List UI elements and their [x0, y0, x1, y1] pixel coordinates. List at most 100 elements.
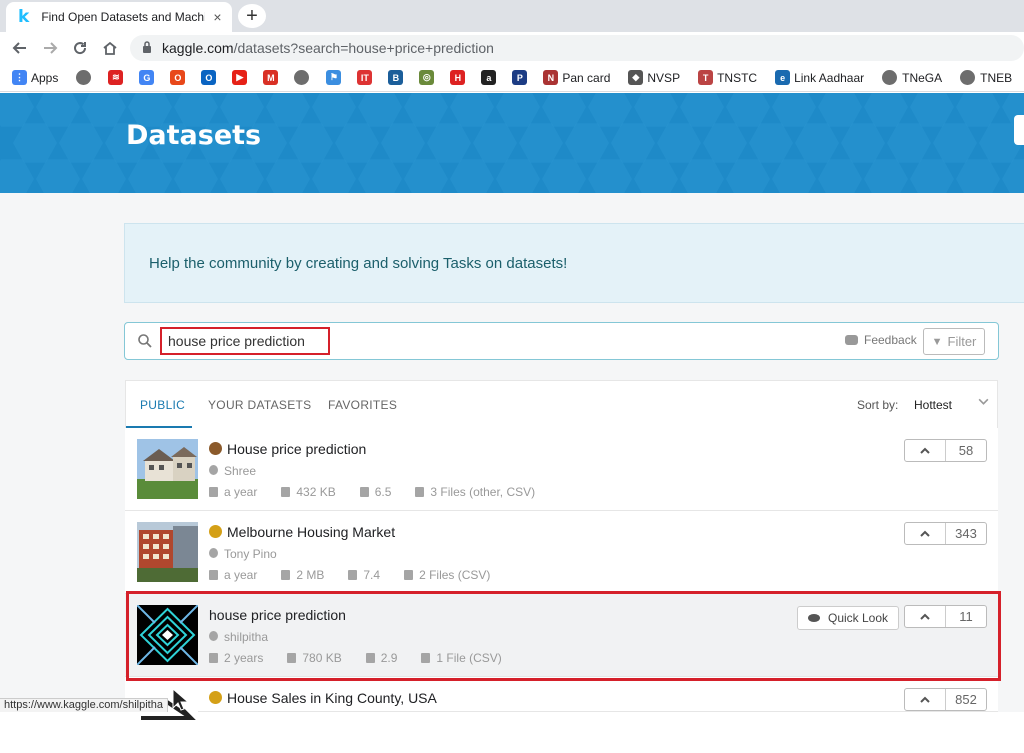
dataset-row[interactable]: Melbourne Housing Market Tony Pino a year 2… [125, 511, 998, 594]
bookmark-item[interactable]: e Link Aadhaar [775, 70, 870, 85]
bookmark-item[interactable]: N Pan card [543, 70, 616, 85]
bookmark-item[interactable]: ▶ [232, 70, 251, 85]
dataset-owner[interactable]: Shree [209, 464, 256, 478]
hex-pattern [795, 123, 839, 163]
url-host: kaggle.com [162, 40, 234, 56]
hex-pattern [611, 123, 655, 163]
bookmark-label: Apps [31, 70, 59, 85]
upvote-chevron-icon[interactable] [905, 440, 946, 461]
vote-count: 852 [955, 692, 977, 707]
dataset-row[interactable]: House price prediction Shree a year 432 KB 6… [125, 428, 998, 511]
nvsp-icon: ◆ [628, 70, 644, 85]
header-button-edge[interactable] [1014, 115, 1024, 145]
tab-your-datasets[interactable]: YOUR DATASETS [208, 398, 311, 412]
upvote-chevron-icon[interactable] [905, 523, 946, 544]
bookmark-item[interactable]: ⋮ Apps [12, 70, 64, 85]
translate-icon: G [139, 70, 155, 85]
bookmark-item[interactable]: T TNSTC [698, 70, 763, 85]
dataset-meta: a year 2 MB 7.4 2 Files (CSV) [209, 568, 514, 582]
hdfc-icon: H [450, 70, 466, 85]
size-value: 2 MB [296, 568, 325, 582]
bookmark-item[interactable]: TNEB [960, 70, 1018, 85]
address-bar[interactable]: kaggle.com/datasets?search=house+price+p… [130, 35, 1024, 61]
dataset-title-link[interactable]: Melbourne Housing Market [209, 524, 395, 540]
bookmark-item[interactable]: G [139, 70, 158, 85]
forward-icon[interactable] [40, 38, 60, 58]
dataset-search-bar: house price prediction Feedback ▼ Filter [124, 322, 999, 360]
bookmark-item[interactable] [76, 70, 96, 85]
hex-pattern [565, 123, 609, 163]
browser-tab[interactable]: k Find Open Datasets and Machine Learnin… [6, 2, 232, 32]
sort-select[interactable]: Hottest [914, 398, 952, 412]
bookmark-item[interactable]: TNeGA [882, 70, 948, 85]
bookmark-item[interactable]: O [170, 70, 189, 85]
reload-icon[interactable] [70, 38, 90, 58]
kaggle-favicon-icon: k [18, 7, 30, 27]
calendar-icon [209, 487, 218, 497]
feedback-label: Feedback [864, 333, 917, 347]
bookmarks-bar: ⋮ Apps ≋ G O O ▶ M ⚑ IT B ◎ Ha P N Pan card ◆ NVSP T TNSTC e… [0, 64, 1024, 92]
filter-icon: ▼ [931, 335, 943, 348]
tab-public[interactable]: PUBLIC [140, 398, 185, 412]
bookmark-item[interactable]: H [450, 70, 469, 85]
usability-value: 6.5 [374, 485, 392, 499]
globe-icon [882, 70, 898, 85]
youtube-icon: ▶ [232, 70, 248, 85]
back-icon[interactable] [10, 38, 30, 58]
bookmark-item[interactable]: ◎ [419, 70, 438, 85]
search-icon [138, 334, 152, 348]
bookmark-item[interactable]: O [201, 70, 220, 85]
dataset-title: House Sales in King County, USA [227, 690, 437, 706]
files-value: 2 Files (CSV) [419, 568, 491, 582]
dataset-title: House price prediction [227, 441, 367, 457]
bookmark-item[interactable]: P [512, 70, 531, 85]
dataset-title-link[interactable]: House Sales in King County, USA [209, 690, 437, 706]
bookmark-label: TNEB [980, 70, 1013, 85]
dataset-row[interactable]: House Sales in King County, USA 852 [125, 677, 998, 748]
feedback-link[interactable]: Feedback [845, 333, 917, 347]
bookmark-item[interactable]: IT [357, 70, 376, 85]
tab-title: Find Open Datasets and Machine Learning … [41, 10, 205, 24]
medal-icon [209, 442, 222, 455]
new-tab-button[interactable]: + [238, 4, 266, 28]
bookmark-item[interactable] [294, 70, 314, 85]
tab-close-icon[interactable]: × [213, 9, 221, 25]
user-icon [209, 465, 218, 475]
hex-pattern [473, 123, 517, 163]
hex-pattern [703, 123, 747, 163]
bookmark-item[interactable]: M [263, 70, 282, 85]
hex-pattern [59, 123, 103, 163]
owner-name: Tony Pino [224, 547, 277, 561]
status-bar-url: https://www.kaggle.com/shilpitha [0, 698, 168, 712]
chevron-down-icon[interactable] [977, 395, 990, 411]
dataset-tabs: PUBLIC YOUR DATASETS FAVORITES Sort by: … [126, 381, 997, 429]
dataset-title-link[interactable]: House price prediction [209, 441, 366, 457]
bookmark-item[interactable]: B [388, 70, 407, 85]
bookmark-label: Link Aadhaar [794, 70, 865, 85]
hex-pattern [841, 123, 885, 163]
bookmark-item[interactable]: a [481, 70, 500, 85]
user-icon [209, 548, 218, 558]
hex-pattern [519, 123, 563, 163]
outlook-icon: O [201, 70, 217, 85]
filter-button[interactable]: ▼ Filter [923, 328, 985, 355]
medal-icon [209, 525, 222, 538]
dataset-meta: a year 432 KB 6.5 3 Files (other, CSV) [209, 485, 559, 499]
bookmark-item[interactable]: ◆ NVSP [628, 70, 686, 85]
upvote-control[interactable]: 343 [904, 522, 987, 545]
hex-pattern [749, 123, 793, 163]
search-input[interactable]: house price prediction [160, 327, 330, 355]
bookmark-item[interactable]: ⚑ [326, 70, 345, 85]
page-title: Datasets [126, 120, 262, 151]
hex-pattern [13, 123, 57, 163]
globe-icon [294, 70, 310, 85]
dataset-owner[interactable]: Tony Pino [209, 547, 277, 561]
upvote-chevron-icon[interactable] [905, 689, 946, 710]
bookmark-item[interactable]: ≋ [108, 70, 127, 85]
tab-favorites[interactable]: FAVORITES [328, 398, 397, 412]
upvote-control[interactable]: 852 [904, 688, 987, 711]
home-icon[interactable] [100, 38, 120, 58]
updated-value: a year [224, 568, 258, 582]
upvote-control[interactable]: 58 [904, 439, 987, 462]
globe-icon [76, 70, 92, 85]
